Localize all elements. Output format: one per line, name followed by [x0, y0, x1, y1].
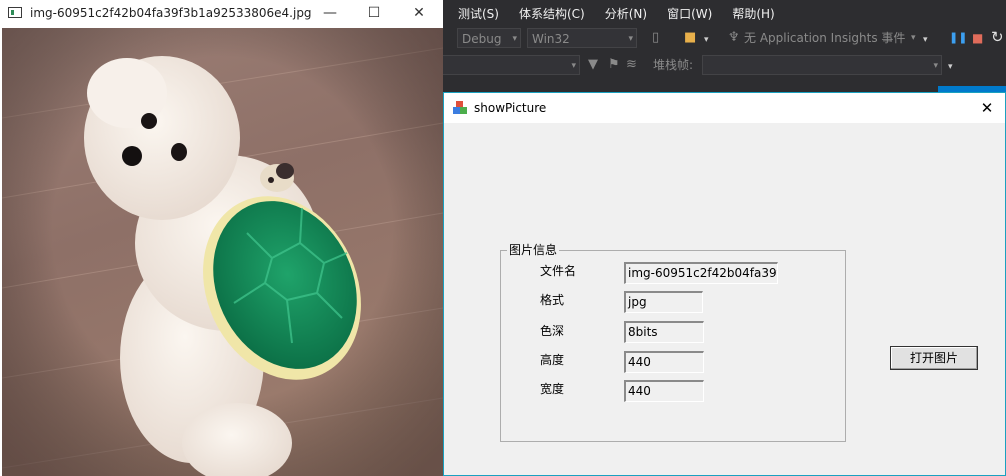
- close-button[interactable]: ✕: [396, 0, 442, 26]
- menu-help[interactable]: 帮助(H): [722, 5, 784, 22]
- dropdown-icon[interactable]: ▾: [704, 30, 709, 50]
- photo-viewer-window: img-60951c2f42b04fa39f3b1a92533806e4.jpg…: [0, 0, 443, 476]
- group-title: 图片信息: [507, 242, 560, 258]
- dropdown-icon[interactable]: ▾: [923, 30, 928, 50]
- dog-photo-illustration: [2, 28, 443, 476]
- height-label: 高度: [540, 353, 565, 367]
- chevron-down-icon: ▾: [933, 61, 938, 71]
- format-field[interactable]: jpg: [624, 291, 703, 313]
- minimize-button[interactable]: —: [307, 0, 353, 26]
- dropdown-icon[interactable]: ▾: [948, 57, 953, 77]
- vs-menu-bar: 测试(S) 体系结构(C) 分析(N) 窗口(W) 帮助(H): [440, 0, 785, 26]
- restart-icon[interactable]: ↻: [991, 27, 1004, 47]
- menu-analyze[interactable]: 分析(N): [595, 5, 657, 22]
- solution-config-value: Debug: [462, 32, 502, 46]
- photo-app-icon: [8, 7, 22, 18]
- open-picture-button[interactable]: 打开图片: [890, 346, 978, 370]
- thread-combo[interactable]: ▾: [436, 55, 580, 75]
- pause-icon[interactable]: ❚❚: [949, 28, 967, 48]
- insights-icon: ♆: [728, 30, 740, 45]
- show-picture-dialog: showPicture ✕ 图片信息 文件名 img-60951c2f42b04…: [443, 92, 1006, 476]
- threads-icon[interactable]: ≋: [626, 55, 637, 75]
- insights-dropdown-icon[interactable]: ▾: [911, 28, 916, 48]
- insights-label[interactable]: 无 Application Insights 事件: [744, 28, 905, 48]
- solution-platform-combo[interactable]: Win32 ▾: [527, 28, 637, 48]
- dialog-close-button[interactable]: ✕: [969, 93, 1005, 123]
- picture-info-group: 图片信息 文件名 img-60951c2f42b04fa39f3l 格式 jpg…: [500, 242, 846, 442]
- color-depth-field[interactable]: 8bits: [624, 321, 704, 343]
- menu-test[interactable]: 测试(S): [448, 5, 509, 22]
- solution-platform-value: Win32: [532, 32, 570, 46]
- device-icon[interactable]: ▯: [652, 28, 659, 48]
- stop-icon[interactable]: ■: [972, 28, 983, 48]
- width-label: 宽度: [540, 382, 565, 396]
- filename-label: 文件名: [540, 264, 577, 278]
- width-field[interactable]: 440: [624, 380, 704, 402]
- chevron-down-icon: ▾: [571, 61, 576, 71]
- height-field[interactable]: 440: [624, 351, 704, 373]
- filter-icon[interactable]: ▼: [588, 55, 598, 75]
- menu-architecture[interactable]: 体系结构(C): [509, 5, 595, 22]
- color-depth-label: 色深: [540, 324, 565, 338]
- stack-frame-combo[interactable]: ▾: [702, 55, 942, 75]
- folder-search-icon[interactable]: ■: [684, 28, 696, 48]
- filename-field[interactable]: img-60951c2f42b04fa39f3l: [624, 262, 778, 284]
- viewer-title: img-60951c2f42b04fa39f3b1a92533806e4.jpg: [30, 6, 312, 20]
- solution-config-combo[interactable]: Debug ▾: [457, 28, 521, 48]
- vs-toolbar-debug-location: ▾ ▼ ⚑ ≋ 堆栈帧: ▾ ▾: [436, 52, 1006, 78]
- flag-icon[interactable]: ⚑: [608, 55, 620, 75]
- menu-window[interactable]: 窗口(W): [657, 5, 722, 22]
- app-blocks-icon: [453, 101, 467, 114]
- viewer-title-bar[interactable]: img-60951c2f42b04fa39f3b1a92533806e4.jpg…: [0, 0, 443, 26]
- dog-photo: [2, 28, 443, 476]
- vs-toolbar-standard: Debug ▾ Win32 ▾ ▯ ■ ▾ ♆ 无 Application In…: [440, 26, 1006, 52]
- chevron-down-icon: ▾: [628, 34, 633, 44]
- format-label: 格式: [540, 293, 565, 307]
- chevron-down-icon: ▾: [512, 34, 517, 44]
- dialog-title-bar[interactable]: showPicture ✕: [444, 93, 1005, 123]
- maximize-button[interactable]: ☐: [351, 0, 397, 26]
- stack-frame-label: 堆栈帧:: [653, 58, 694, 72]
- dialog-title: showPicture: [474, 101, 547, 115]
